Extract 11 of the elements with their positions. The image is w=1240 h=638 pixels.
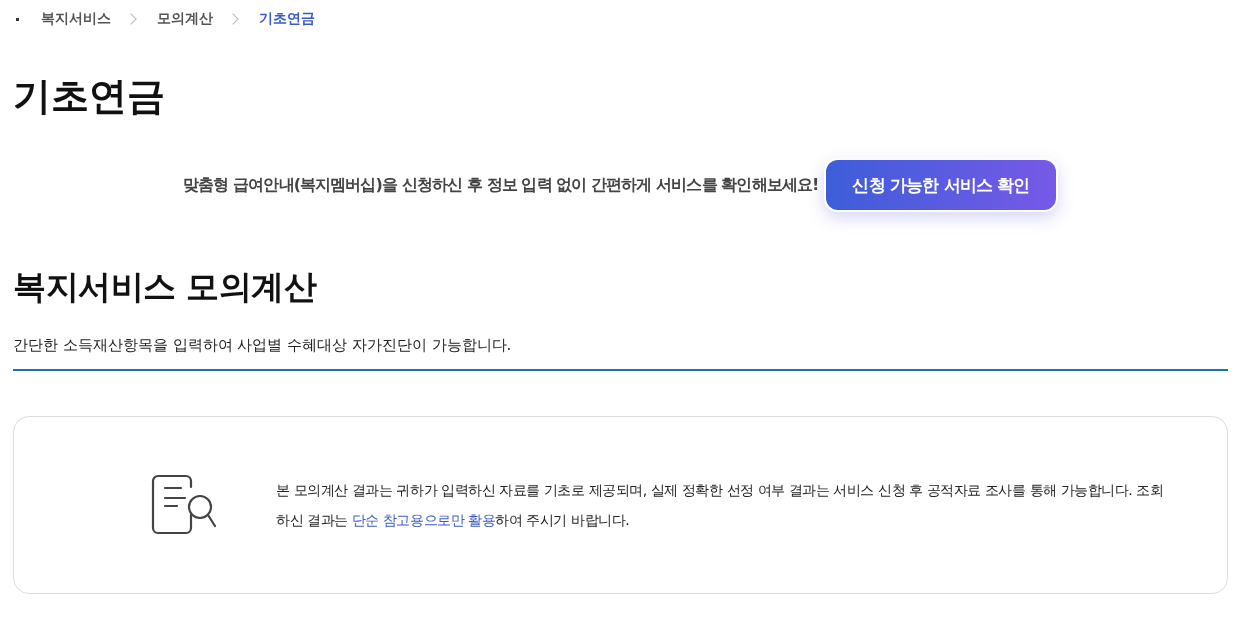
notice-text: 본 모의계산 결과는 귀하가 입력하신 자료를 기초로 제공되며, 실제 정확한 선정 여부 결과는 서비스 신청 후 공적자료 조사를 통해 가능합니다. 조회하신 결과는 단순 참고용으로만 활용하여 주시기 바랍니다. <box>276 481 1165 530</box>
breadcrumb-link[interactable]: 모의계산 <box>157 10 213 28</box>
page-title: 기초연금 <box>13 73 166 120</box>
section-title: 복지서비스 모의계산 <box>13 266 318 308</box>
section-description: 간단한 소득재산항목을 입력하여 사업별 수혜대상 자가진단이 가능합니다. <box>13 336 513 355</box>
banner-message: 맞춤형 급여안내(복지멤버십)을 신청하신 후 정보 입력 없이 간편하게 서비스를 확인해보세요! <box>183 174 819 196</box>
check-services-button[interactable]: 신청 가능한 서비스 확인 <box>824 158 1058 212</box>
bullet-icon <box>16 17 19 21</box>
document-search-icon <box>151 474 219 536</box>
breadcrumb-link[interactable]: 복지서비스 <box>41 10 111 28</box>
breadcrumb-link[interactable]: 기초연금 <box>259 10 315 28</box>
